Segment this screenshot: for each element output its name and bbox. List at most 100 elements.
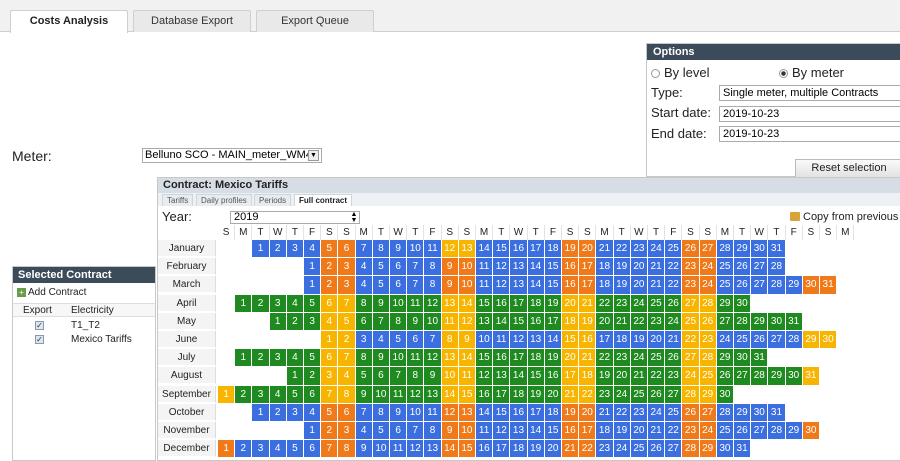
calendar-day-cell[interactable]: 8 — [441, 331, 459, 350]
calendar-day-cell[interactable]: 20 — [648, 331, 666, 350]
calendar-day-cell[interactable]: 20 — [630, 422, 648, 441]
calendar-day-cell[interactable]: 9 — [458, 331, 476, 350]
calendar-day-cell[interactable]: 23 — [596, 440, 614, 459]
calendar-day-cell[interactable]: 16 — [562, 276, 580, 295]
calendar-day-cell[interactable]: 21 — [648, 258, 666, 277]
calendar-day-cell[interactable]: 7 — [407, 276, 425, 295]
by-level-radio[interactable] — [651, 69, 660, 79]
calendar-day-cell[interactable]: 2 — [304, 367, 322, 386]
copy-from-previous-year-button[interactable]: Copy from previous yea — [790, 211, 900, 223]
calendar-day-cell[interactable]: 28 — [768, 276, 786, 295]
calendar-day-cell[interactable]: 25 — [665, 403, 683, 422]
calendar-day-cell[interactable]: 2 — [235, 385, 253, 404]
calendar-day-cell[interactable]: 30 — [751, 403, 769, 422]
calendar-day-cell[interactable]: 6 — [304, 440, 322, 459]
calendar-day-cell[interactable]: 15 — [562, 331, 580, 350]
calendar-day-cell[interactable]: 12 — [510, 331, 528, 350]
calendar-day-cell[interactable]: 3 — [252, 440, 270, 459]
calendar-day-cell[interactable]: 31 — [820, 276, 838, 295]
calendar-day-cell[interactable]: 2 — [252, 294, 270, 313]
calendar-day-cell[interactable]: 21 — [562, 385, 580, 404]
calendar-day-cell[interactable]: 11 — [424, 240, 442, 259]
calendar-day-cell[interactable]: 23 — [682, 276, 700, 295]
calendar-day-cell[interactable]: 16 — [493, 294, 511, 313]
calendar-day-cell[interactable]: 3 — [286, 240, 304, 259]
calendar-day-cell[interactable]: 10 — [458, 258, 476, 277]
calendar-day-cell[interactable]: 31 — [785, 312, 803, 331]
calendar-day-cell[interactable]: 3 — [269, 294, 287, 313]
calendar-day-cell[interactable]: 6 — [304, 385, 322, 404]
year-input[interactable]: 2019 ▲ ▼ — [230, 211, 360, 224]
calendar-day-cell[interactable]: 7 — [321, 440, 339, 459]
calendar-day-cell[interactable]: 15 — [544, 422, 562, 441]
calendar-day-cell[interactable]: 26 — [716, 367, 734, 386]
calendar-day-cell[interactable]: 16 — [562, 422, 580, 441]
calendar-day-cell[interactable]: 29 — [785, 422, 803, 441]
calendar-day-cell[interactable]: 14 — [476, 240, 494, 259]
calendar-day-cell[interactable]: 22 — [613, 240, 631, 259]
calendar-day-cell[interactable]: 5 — [372, 422, 390, 441]
calendar-day-cell[interactable]: 12 — [441, 403, 459, 422]
calendar-day-cell[interactable]: 27 — [734, 367, 752, 386]
calendar-day-cell[interactable]: 10 — [407, 403, 425, 422]
calendar-day-cell[interactable]: 20 — [613, 367, 631, 386]
calendar-day-cell[interactable]: 1 — [304, 258, 322, 277]
calendar-day-cell[interactable]: 20 — [630, 258, 648, 277]
calendar-day-cell[interactable]: 21 — [613, 312, 631, 331]
calendar-day-cell[interactable]: 24 — [630, 349, 648, 368]
calendar-day-cell[interactable]: 30 — [820, 331, 838, 350]
calendar-day-cell[interactable]: 18 — [613, 331, 631, 350]
calendar-day-cell[interactable]: 24 — [648, 240, 666, 259]
calendar-day-cell[interactable]: 26 — [734, 258, 752, 277]
calendar-day-cell[interactable]: 26 — [682, 240, 700, 259]
calendar-day-cell[interactable]: 21 — [579, 349, 597, 368]
calendar-day-cell[interactable]: 17 — [579, 276, 597, 295]
calendar-day-cell[interactable]: 15 — [476, 349, 494, 368]
calendar-day-cell[interactable]: 15 — [476, 294, 494, 313]
calendar-day-cell[interactable]: 24 — [699, 422, 717, 441]
calendar-day-cell[interactable]: 28 — [751, 367, 769, 386]
calendar-day-cell[interactable]: 26 — [734, 422, 752, 441]
calendar-day-cell[interactable]: 31 — [751, 349, 769, 368]
calendar-day-cell[interactable]: 2 — [252, 349, 270, 368]
calendar-day-cell[interactable]: 22 — [665, 276, 683, 295]
calendar-day-cell[interactable]: 4 — [338, 367, 356, 386]
calendar-day-cell[interactable]: 16 — [544, 367, 562, 386]
calendar-day-cell[interactable]: 28 — [682, 385, 700, 404]
calendar-day-cell[interactable]: 13 — [441, 294, 459, 313]
calendar-day-cell[interactable]: 21 — [579, 294, 597, 313]
calendar-day-cell[interactable]: 21 — [665, 331, 683, 350]
calendar-day-cell[interactable]: 9 — [441, 258, 459, 277]
calendar-day-cell[interactable]: 21 — [596, 403, 614, 422]
calendar-day-cell[interactable]: 11 — [390, 385, 408, 404]
calendar-day-cell[interactable]: 5 — [372, 258, 390, 277]
calendar-day-cell[interactable]: 26 — [682, 403, 700, 422]
calendar-day-cell[interactable]: 6 — [372, 367, 390, 386]
calendar-day-cell[interactable]: 18 — [544, 403, 562, 422]
calendar-day-cell[interactable]: 11 — [407, 349, 425, 368]
calendar-day-cell[interactable]: 9 — [355, 440, 373, 459]
calendar-day-cell[interactable]: 26 — [665, 349, 683, 368]
calendar-day-cell[interactable]: 27 — [768, 331, 786, 350]
export-checkbox[interactable]: ✓ — [35, 335, 44, 344]
calendar-day-cell[interactable]: 16 — [527, 312, 545, 331]
calendar-day-cell[interactable]: 29 — [785, 276, 803, 295]
calendar-day-cell[interactable]: 24 — [648, 403, 666, 422]
calendar-day-cell[interactable]: 13 — [424, 440, 442, 459]
calendar-day-cell[interactable]: 21 — [596, 240, 614, 259]
calendar-day-cell[interactable]: 6 — [407, 331, 425, 350]
calendar-day-cell[interactable]: 15 — [527, 367, 545, 386]
calendar-day-cell[interactable]: 3 — [286, 403, 304, 422]
calendar-day-cell[interactable]: 1 — [321, 331, 339, 350]
calendar-day-cell[interactable]: 9 — [372, 349, 390, 368]
calendar-day-cell[interactable]: 14 — [476, 403, 494, 422]
calendar-day-cell[interactable]: 24 — [699, 276, 717, 295]
subtab-daily-profiles[interactable]: Daily profiles — [196, 194, 252, 206]
calendar-day-cell[interactable]: 30 — [716, 385, 734, 404]
calendar-day-cell[interactable]: 3 — [321, 367, 339, 386]
calendar-day-cell[interactable]: 23 — [630, 403, 648, 422]
calendar-day-cell[interactable]: 22 — [682, 331, 700, 350]
calendar-day-cell[interactable]: 25 — [682, 312, 700, 331]
calendar-day-cell[interactable]: 2 — [235, 440, 253, 459]
calendar-day-cell[interactable]: 27 — [665, 440, 683, 459]
